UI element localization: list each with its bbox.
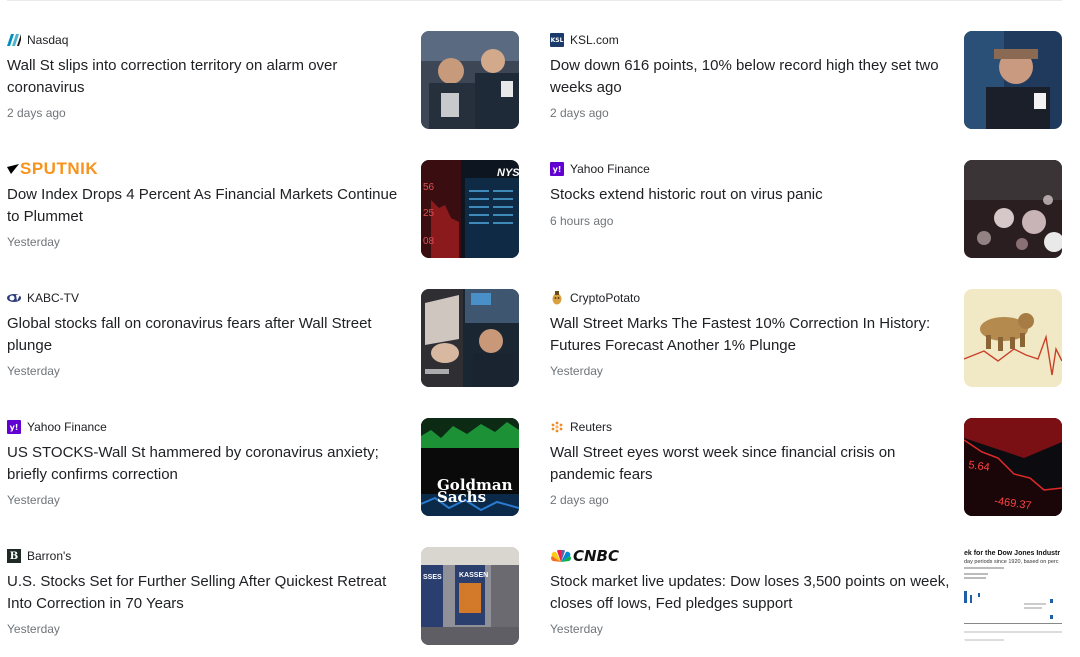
svg-text:25: 25 bbox=[423, 208, 435, 219]
thumbnail-image[interactable]: ek for the Dow Jones Industr day periods… bbox=[964, 547, 1062, 645]
headline-link[interactable]: Wall Street Marks The Fastest 10% Correc… bbox=[550, 313, 950, 356]
headline-link[interactable]: Global stocks fall on coronavirus fears … bbox=[7, 313, 407, 356]
news-card[interactable]: Reuters Wall Street eyes worst week sinc… bbox=[550, 418, 1062, 516]
timestamp: Yesterday bbox=[7, 622, 60, 636]
source-name: KABC-TV bbox=[27, 291, 80, 305]
timestamp: Yesterday bbox=[550, 364, 603, 378]
card-text: KABC-TV Global stocks fall on coronaviru… bbox=[7, 289, 407, 387]
card-text: Nasdaq Wall St slips into correction ter… bbox=[7, 31, 407, 129]
thumbnail-image[interactable]: KASSEN SSES bbox=[421, 547, 519, 645]
svg-text:SSES: SSES bbox=[423, 574, 442, 581]
timestamp: Yesterday bbox=[550, 622, 603, 636]
thumbnail-image[interactable] bbox=[964, 160, 1062, 258]
card-text: y! Yahoo Finance US STOCKS-Wall St hamme… bbox=[7, 418, 407, 516]
source-name: SPUTNIK bbox=[20, 159, 99, 178]
thumbnail-image[interactable] bbox=[964, 31, 1062, 129]
headline-link[interactable]: US STOCKS-Wall St hammered by coronaviru… bbox=[7, 442, 407, 485]
news-card[interactable]: B Barron's U.S. Stocks Set for Further S… bbox=[7, 547, 519, 645]
yahoo-logo-icon: y! bbox=[7, 420, 21, 434]
kassen-sign: KASSEN bbox=[459, 572, 488, 579]
news-card[interactable]: Nasdaq Wall St slips into correction ter… bbox=[7, 31, 519, 129]
source-name: Yahoo Finance bbox=[570, 162, 650, 176]
source-name: Barron's bbox=[27, 549, 72, 563]
source-row: y! Yahoo Finance bbox=[550, 161, 950, 177]
source-row: KSL KSL.com bbox=[550, 32, 950, 48]
card-text: KSL KSL.com Dow down 616 points, 10% bel… bbox=[550, 31, 950, 129]
thumbnail-image[interactable]: 5.64 -469.37 bbox=[964, 418, 1062, 516]
card-text: SPUTNIK Dow Index Drops 4 Percent As Fin… bbox=[7, 159, 407, 258]
ksl-logo-icon: KSL bbox=[550, 33, 564, 47]
card-text: Reuters Wall Street eyes worst week sinc… bbox=[550, 418, 950, 516]
svg-text:08: 08 bbox=[423, 236, 435, 247]
nasdaq-logo-icon bbox=[7, 33, 21, 47]
barrons-logo-icon: B bbox=[7, 549, 21, 563]
timestamp: 2 days ago bbox=[550, 106, 609, 120]
card-text: B Barron's U.S. Stocks Set for Further S… bbox=[7, 547, 407, 645]
reuters-logo-icon bbox=[550, 420, 564, 434]
source-name: Yahoo Finance bbox=[27, 420, 107, 434]
headline-link[interactable]: Dow down 616 points, 10% below record hi… bbox=[550, 55, 950, 98]
thumbnail-image[interactable] bbox=[421, 31, 519, 129]
source-name: Nasdaq bbox=[27, 33, 69, 47]
timestamp: 2 days ago bbox=[550, 493, 609, 507]
source-row: CNBC bbox=[550, 547, 950, 565]
source-name: Reuters bbox=[570, 420, 613, 434]
headline-link[interactable]: Wall Street eyes worst week since financ… bbox=[550, 442, 950, 485]
chart-thumb-subtitle: day periods since 1920, based on perc bbox=[964, 559, 1059, 565]
thumbnail-image[interactable] bbox=[964, 289, 1062, 387]
card-text: CNBC Stock market live updates: Dow lose… bbox=[550, 547, 950, 645]
headline-link[interactable]: Stocks extend historic rout on virus pan… bbox=[550, 184, 950, 206]
nyse-sign: NYSE bbox=[497, 167, 519, 179]
news-card[interactable]: y! Yahoo Finance Stocks extend historic … bbox=[550, 160, 1062, 258]
headline-link[interactable]: U.S. Stocks Set for Further Selling Afte… bbox=[7, 571, 407, 614]
source-row: KABC-TV bbox=[7, 290, 407, 306]
source-row: y! Yahoo Finance bbox=[7, 419, 407, 435]
card-text: y! Yahoo Finance Stocks extend historic … bbox=[550, 160, 950, 258]
cnbc-logo-icon: CNBC bbox=[550, 547, 619, 565]
timestamp: 6 hours ago bbox=[550, 213, 614, 228]
source-row: B Barron's bbox=[7, 548, 407, 564]
thumbnail-image[interactable]: NYSE 56 25 08 bbox=[421, 160, 519, 258]
sputnik-logo-icon: SPUTNIK bbox=[7, 159, 98, 179]
headline-link[interactable]: Stock market live updates: Dow loses 3,5… bbox=[550, 571, 950, 614]
card-text: CryptoPotato Wall Street Marks The Faste… bbox=[550, 289, 950, 387]
timestamp: Yesterday bbox=[7, 493, 60, 507]
cryptopotato-logo-icon bbox=[550, 291, 564, 305]
source-row: CryptoPotato bbox=[550, 290, 950, 306]
chart-thumb-title: ek for the Dow Jones Industr bbox=[964, 550, 1060, 557]
goldman-line-2: Sachs bbox=[437, 488, 486, 506]
timestamp: Yesterday bbox=[7, 235, 60, 249]
thumbnail-image[interactable] bbox=[421, 289, 519, 387]
headline-link[interactable]: Wall St slips into correction territory … bbox=[7, 55, 407, 98]
news-card[interactable]: SPUTNIK Dow Index Drops 4 Percent As Fin… bbox=[7, 159, 519, 258]
news-card[interactable]: CNBC Stock market live updates: Dow lose… bbox=[550, 547, 1062, 645]
news-card[interactable]: y! Yahoo Finance US STOCKS-Wall St hamme… bbox=[7, 418, 519, 516]
source-row: SPUTNIK bbox=[7, 159, 407, 179]
source-row: Reuters bbox=[550, 419, 950, 435]
headline-link[interactable]: Dow Index Drops 4 Percent As Financial M… bbox=[7, 184, 407, 227]
top-divider bbox=[7, 0, 1062, 1]
source-name: CNBC bbox=[573, 547, 620, 565]
news-grid: Nasdaq Wall St slips into correction ter… bbox=[7, 31, 1062, 645]
timestamp: Yesterday bbox=[7, 364, 60, 378]
thumbnail-image[interactable]: Goldman Sachs bbox=[421, 418, 519, 516]
abc7-logo-icon bbox=[7, 291, 21, 305]
source-row: Nasdaq bbox=[7, 32, 407, 48]
news-card[interactable]: CryptoPotato Wall Street Marks The Faste… bbox=[550, 289, 1062, 387]
news-card[interactable]: KSL KSL.com Dow down 616 points, 10% bel… bbox=[550, 31, 1062, 129]
timestamp: 2 days ago bbox=[7, 106, 66, 120]
yahoo-logo-icon: y! bbox=[550, 162, 564, 176]
source-name: CryptoPotato bbox=[570, 291, 641, 305]
source-name: KSL.com bbox=[570, 33, 619, 47]
svg-text:56: 56 bbox=[423, 182, 435, 193]
news-card[interactable]: KABC-TV Global stocks fall on coronaviru… bbox=[7, 289, 519, 387]
